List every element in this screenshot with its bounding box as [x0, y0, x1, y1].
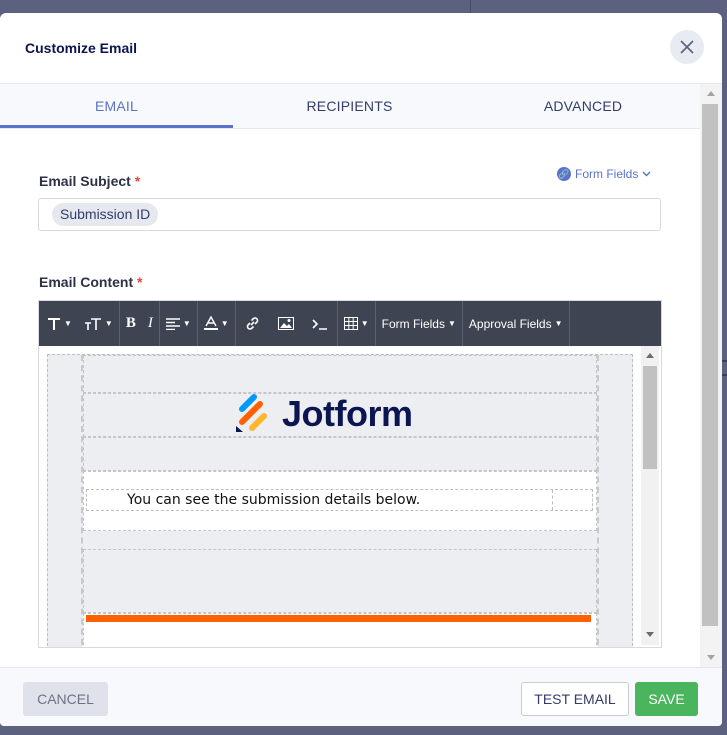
source-code-button[interactable] [303, 301, 338, 346]
template-top-block [83, 355, 597, 393]
email-content-label: Email Content * [39, 274, 142, 290]
form-fields-dropdown[interactable]: 🔗 Form Fields [557, 167, 651, 181]
align-button[interactable]: ▼ [160, 301, 198, 346]
modal-scrollbar[interactable] [700, 84, 722, 667]
active-tab-indicator [0, 125, 233, 128]
email-content-editor[interactable]: ▼ ▼ B I ▼ ▼ ▼ Form Fields ▼ Approval Fie… [38, 300, 662, 648]
form-fields-toolbar-label: Form Fields [381, 316, 445, 331]
template-spacer-block [83, 437, 597, 471]
chevron-down-icon [642, 171, 651, 177]
close-button[interactable] [670, 30, 704, 64]
font-family-button[interactable]: ▼ [39, 301, 78, 346]
editor-toolbar: ▼ ▼ B I ▼ ▼ ▼ Form Fields ▼ Approval Fie… [39, 301, 661, 346]
text-color-button[interactable]: ▼ [198, 301, 236, 346]
approval-fields-toolbar-label: Approval Fields [468, 316, 552, 331]
code-icon [312, 318, 327, 330]
modal-title: Customize Email [25, 40, 138, 56]
italic-button[interactable]: I [142, 301, 160, 346]
editor-content-area[interactable]: Jotform You can see the submission detai… [39, 346, 661, 647]
text-color-icon [203, 316, 218, 330]
email-template-body: Jotform You can see the submission detai… [47, 354, 633, 647]
editor-scroll-up-icon[interactable] [646, 353, 654, 358]
scrollbar-thumb[interactable] [702, 104, 718, 626]
bold-icon: B [125, 315, 136, 331]
tab-recipients[interactable]: RECIPIENTS [233, 84, 466, 128]
table-icon [343, 317, 358, 330]
save-button[interactable]: SAVE [635, 682, 698, 716]
form-fields-link-label: Form Fields [575, 167, 639, 181]
jotform-logo-text: Jotform [282, 393, 413, 434]
template-right-gutter [597, 355, 632, 647]
submission-text-row: You can see the submission details below… [86, 489, 593, 511]
required-mark: * [137, 274, 143, 290]
insert-link-button[interactable] [236, 301, 269, 346]
editor-scrollbar-thumb[interactable] [643, 366, 657, 469]
template-left-gutter [48, 355, 83, 647]
image-icon [277, 317, 294, 330]
insert-table-button[interactable]: ▼ [338, 301, 376, 346]
editor-scroll-down-icon[interactable] [646, 632, 654, 637]
modal-footer: CANCEL TEST EMAIL SAVE [0, 667, 722, 726]
jotform-logo-icon [236, 394, 267, 432]
italic-icon: I [147, 315, 153, 331]
submission-details-text: You can see the submission details below… [127, 492, 421, 508]
cancel-button[interactable]: CANCEL [23, 682, 108, 716]
align-left-icon [165, 317, 180, 330]
submission-id-tag[interactable]: Submission ID [52, 203, 159, 226]
scroll-up-icon[interactable] [707, 91, 715, 96]
tab-email[interactable]: EMAIL [0, 84, 233, 128]
customize-email-modal: Customize Email EMAIL RECIPIENTS ADVANCE… [0, 13, 722, 726]
email-subject-label-text: Email Subject [39, 173, 131, 189]
text-size-icon [84, 317, 101, 330]
form-fields-toolbar-button[interactable]: Form Fields ▼ [376, 301, 463, 346]
link-icon [246, 317, 258, 330]
template-lower-block [83, 549, 597, 613]
approval-fields-toolbar-button[interactable]: Approval Fields ▼ [463, 301, 570, 346]
insert-image-button[interactable] [269, 301, 303, 346]
editor-scrollbar[interactable] [641, 346, 659, 645]
text-icon [48, 317, 60, 330]
email-subject-label: Email Subject * [39, 173, 140, 189]
email-subject-input[interactable]: Submission ID [38, 198, 661, 231]
close-icon [680, 40, 694, 54]
bold-button[interactable]: B [120, 301, 142, 346]
background-page [0, 0, 727, 14]
text-row-divider [552, 490, 554, 510]
background-handle [722, 360, 727, 376]
orange-divider [86, 615, 591, 622]
test-email-button[interactable]: TEST EMAIL [521, 682, 629, 716]
jotform-logo: Jotform [234, 393, 413, 435]
modal-header: Customize Email [0, 13, 722, 84]
background-divider [470, 0, 471, 14]
tab-bar: EMAIL RECIPIENTS ADVANCED [0, 84, 700, 129]
email-content-label-text: Email Content [39, 274, 134, 290]
link-icon: 🔗 [557, 167, 571, 181]
font-size-button[interactable]: ▼ [78, 301, 120, 346]
required-mark: * [134, 173, 141, 189]
scroll-down-icon[interactable] [707, 655, 715, 660]
tab-advanced[interactable]: ADVANCED [466, 84, 700, 128]
